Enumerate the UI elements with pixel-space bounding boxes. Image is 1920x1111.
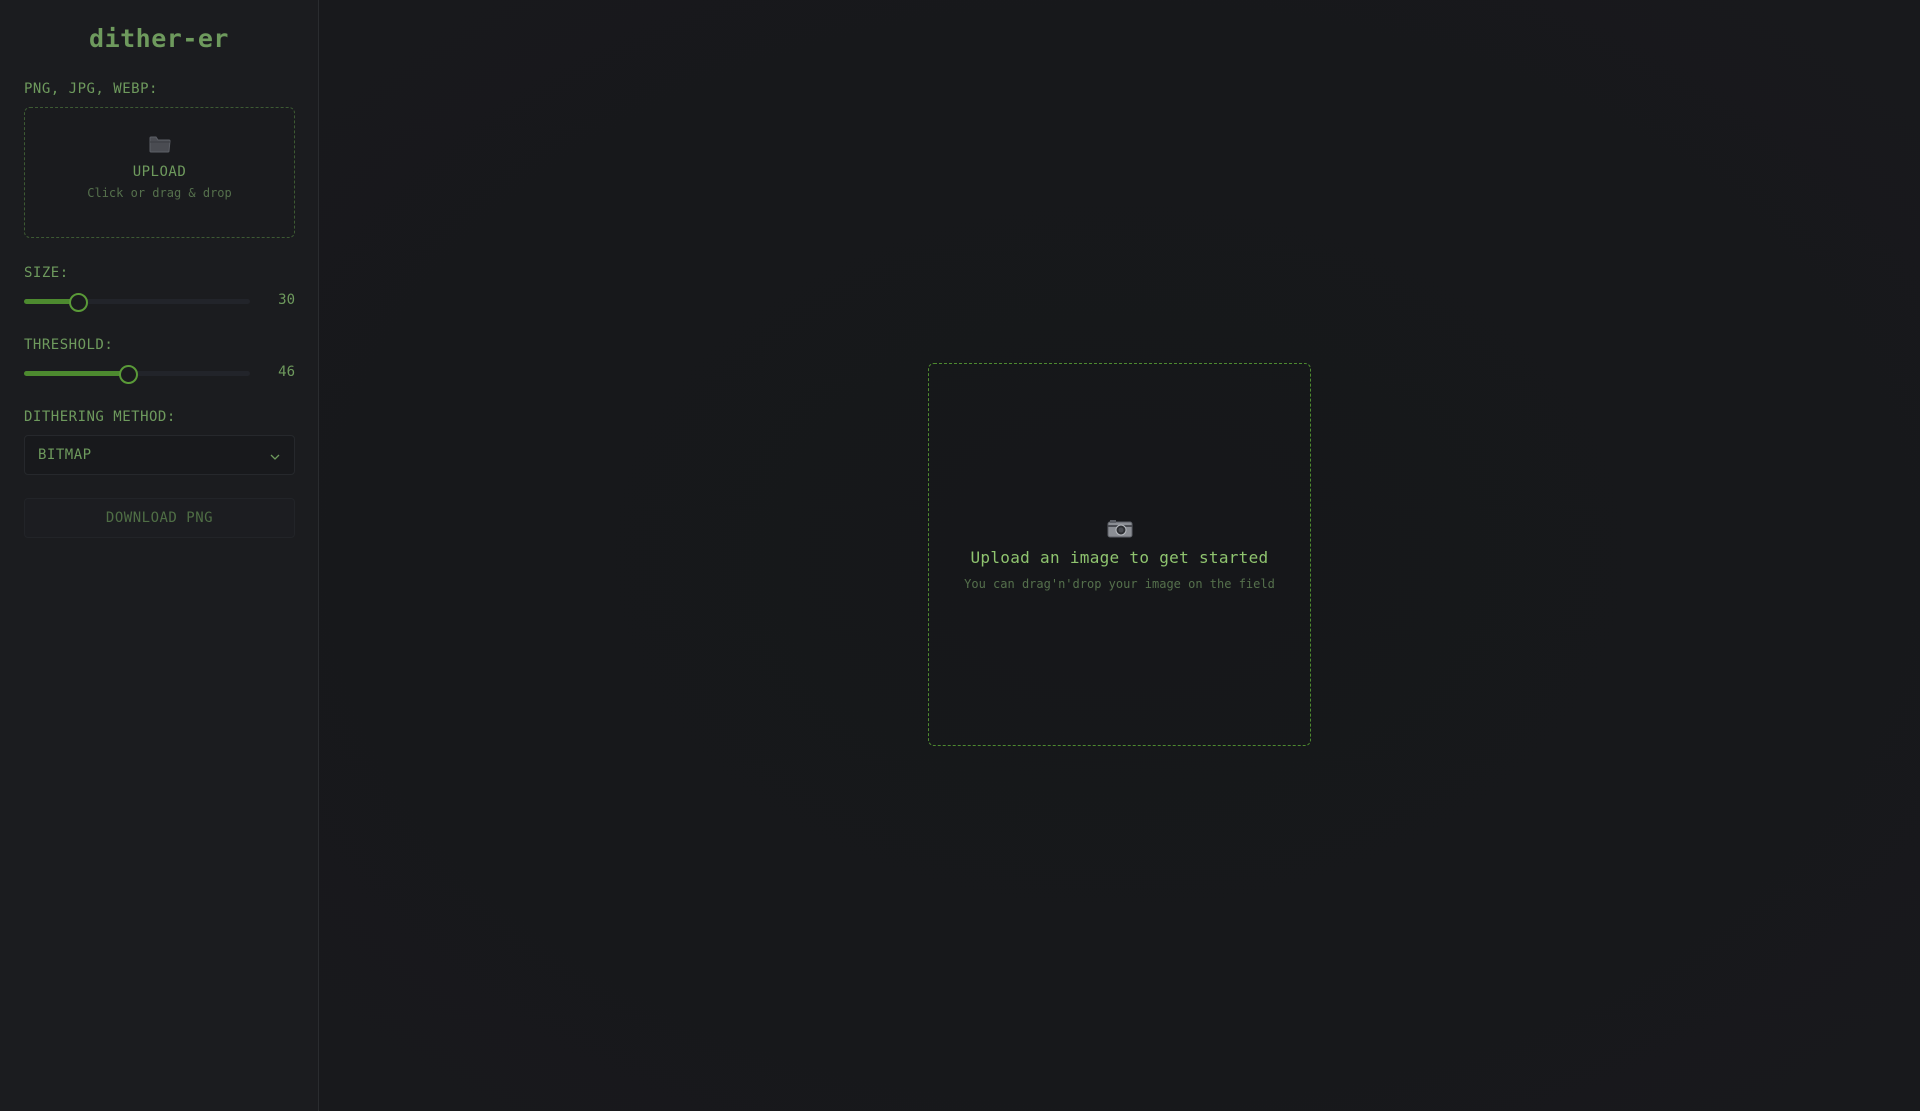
canvas-area: Upload an image to get started You can d…: [319, 0, 1920, 1111]
upload-subtitle: Click or drag & drop: [87, 186, 232, 200]
dithering-method-label: DITHERING METHOD:: [24, 409, 176, 425]
threshold-slider[interactable]: [24, 365, 250, 384]
size-value: 30: [278, 292, 295, 308]
dithering-method-value: BITMAP: [38, 447, 92, 463]
sidebar: dither-er PNG, JPG, WEBP: UPLOAD Click o…: [0, 0, 319, 1111]
camera-icon: [1107, 518, 1133, 542]
threshold-slider-row: 46: [24, 363, 295, 384]
threshold-slider-fill: [24, 371, 128, 376]
formats-label: PNG, JPG, WEBP:: [24, 81, 158, 97]
threshold-label: THRESHOLD:: [24, 337, 114, 353]
threshold-value: 46: [278, 364, 295, 380]
upload-button[interactable]: UPLOAD Click or drag & drop: [24, 107, 295, 238]
download-png-button[interactable]: DOWNLOAD PNG: [24, 498, 295, 538]
image-dropzone[interactable]: Upload an image to get started You can d…: [928, 363, 1311, 746]
upload-title: UPLOAD: [132, 164, 187, 180]
folder-icon: [149, 134, 171, 158]
dropzone-title: Upload an image to get started: [970, 548, 1269, 567]
size-slider-thumb[interactable]: [69, 293, 89, 312]
threshold-slider-thumb[interactable]: [118, 365, 138, 384]
dithering-method-select[interactable]: BITMAP: [24, 435, 295, 475]
dropzone-subtitle: You can drag'n'drop your image on the fi…: [964, 577, 1275, 591]
size-label: SIZE:: [24, 265, 69, 281]
app-window: dither-er PNG, JPG, WEBP: UPLOAD Click o…: [0, 0, 1920, 1111]
chevron-down-icon: [269, 448, 281, 467]
size-slider[interactable]: [24, 293, 250, 312]
app-logo: dither-er: [89, 24, 229, 53]
size-slider-row: 30: [24, 291, 295, 312]
